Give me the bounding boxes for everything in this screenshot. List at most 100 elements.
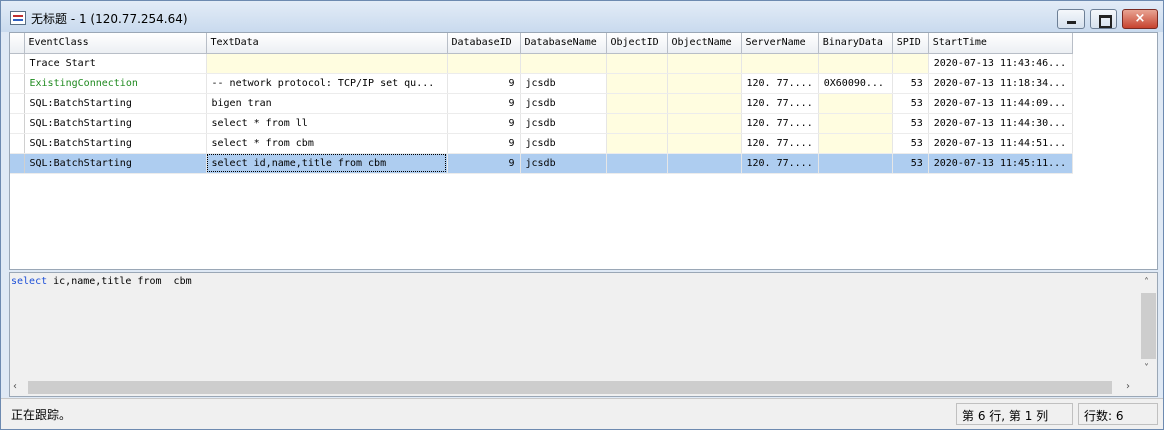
row-selector[interactable] xyxy=(10,133,25,154)
title-bar[interactable]: 无标题 - 1 (120.77.254.64) × xyxy=(1,1,1163,32)
cell-object-name xyxy=(667,93,742,114)
scroll-down-icon[interactable]: ˅ xyxy=(1144,363,1149,374)
cell-database-name: jcsdb xyxy=(520,93,607,114)
table-row[interactable]: ExistingConnection -- network protocol: … xyxy=(10,73,1073,94)
cell-server-name xyxy=(741,53,819,74)
cell-spid: 53 xyxy=(892,153,929,174)
event-detail-pane[interactable]: select ic,name,title from cbm ˄ ˅ ‹ › xyxy=(9,272,1158,397)
cell-start-time: 2020-07-13 11:44:30... xyxy=(928,113,1073,134)
cell-spid: 53 xyxy=(892,93,929,114)
minimize-button[interactable] xyxy=(1057,9,1085,29)
row-selector[interactable] xyxy=(10,53,25,74)
table-row[interactable]: SQL:BatchStarting bigen tran 9 jcsdb 120… xyxy=(10,93,1073,114)
event-detail-text[interactable]: select ic,name,title from cbm xyxy=(11,276,192,287)
cell-database-name: jcsdb xyxy=(520,133,607,154)
trace-grid[interactable]: EventClass TextData DatabaseID DatabaseN… xyxy=(9,32,1158,270)
cell-object-name xyxy=(667,113,742,134)
cell-start-time: 2020-07-13 11:43:46... xyxy=(928,53,1073,74)
vertical-scroll-thumb[interactable] xyxy=(1141,293,1156,359)
row-header-corner xyxy=(10,33,25,54)
row-selector[interactable] xyxy=(10,93,25,114)
cell-start-time: 2020-07-13 11:45:11... xyxy=(928,153,1073,174)
cell-binary-data xyxy=(818,153,893,174)
cursor-position: 第 6 行, 第 1 列 xyxy=(956,403,1073,425)
table-row[interactable]: SQL:BatchStarting select * from ll 9 jcs… xyxy=(10,113,1073,134)
cell-event-class: Trace Start xyxy=(24,53,207,74)
column-header[interactable]: DatabaseID xyxy=(447,33,521,54)
column-header[interactable]: StartTime xyxy=(928,33,1073,54)
row-selector[interactable] xyxy=(10,113,25,134)
cell-database-name: jcsdb xyxy=(520,113,607,134)
table-row[interactable]: SQL:BatchStarting select * from cbm 9 jc… xyxy=(10,133,1073,154)
close-icon: × xyxy=(1134,11,1146,26)
cell-spid: 53 xyxy=(892,113,929,134)
close-button[interactable]: × xyxy=(1122,9,1158,29)
trace-table: EventClass TextData DatabaseID DatabaseN… xyxy=(10,33,1073,174)
row-selector[interactable] xyxy=(10,73,25,94)
app-icon[interactable] xyxy=(10,11,26,25)
status-bar: 正在跟踪。 第 6 行, 第 1 列 行数: 6 xyxy=(1,398,1163,429)
cell-database-name: jcsdb xyxy=(520,153,607,174)
sql-keyword: select xyxy=(11,276,48,287)
cell-database-id: 9 xyxy=(447,73,521,94)
cell-database-name xyxy=(520,53,607,74)
cell-database-id: 9 xyxy=(447,133,521,154)
cell-object-name xyxy=(667,153,742,174)
vertical-scrollbar[interactable]: ˄ ˅ xyxy=(1140,273,1157,379)
scroll-up-icon[interactable]: ˄ xyxy=(1144,277,1149,288)
cell-text-data: select * from cbm xyxy=(206,133,448,154)
cell-event-class: ExistingConnection xyxy=(24,73,207,94)
cell-database-id: 9 xyxy=(447,93,521,114)
cell-spid: 53 xyxy=(892,73,929,94)
row-selector[interactable] xyxy=(10,153,25,174)
maximize-button[interactable] xyxy=(1090,9,1117,29)
profiler-window: 无标题 - 1 (120.77.254.64) × EventClass Tex… xyxy=(0,0,1164,430)
cell-binary-data xyxy=(818,113,893,134)
cell-spid xyxy=(892,53,929,74)
cell-database-name: jcsdb xyxy=(520,73,607,94)
cell-spid: 53 xyxy=(892,133,929,154)
cell-object-id xyxy=(606,133,668,154)
column-header[interactable]: ObjectID xyxy=(606,33,668,54)
table-row[interactable]: Trace Start 2020-07-13 11:43:46... xyxy=(10,53,1073,74)
cell-object-id xyxy=(606,113,668,134)
cell-database-id: 9 xyxy=(447,113,521,134)
cell-text-data xyxy=(206,53,448,74)
cell-object-id xyxy=(606,53,668,74)
cell-start-time: 2020-07-13 11:44:09... xyxy=(928,93,1073,114)
cell-start-time: 2020-07-13 11:44:51... xyxy=(928,133,1073,154)
table-row-selected[interactable]: SQL:BatchStarting select id,name,title f… xyxy=(10,153,1073,174)
cell-event-class: SQL:BatchStarting xyxy=(24,93,207,114)
cell-database-id: 9 xyxy=(447,153,521,174)
cell-text-data: -- network protocol: TCP/IP set qu... xyxy=(206,73,448,94)
scroll-right-icon[interactable]: › xyxy=(1126,381,1130,392)
cell-server-name: 120. 77.... xyxy=(741,153,819,174)
cell-event-class: SQL:BatchStarting xyxy=(24,113,207,134)
column-header[interactable]: SPID xyxy=(892,33,929,54)
cell-server-name: 120. 77.... xyxy=(741,133,819,154)
cell-binary-data xyxy=(818,53,893,74)
horizontal-scrollbar[interactable]: ‹ › xyxy=(10,379,1157,396)
column-header[interactable]: TextData xyxy=(206,33,448,54)
cell-binary-data xyxy=(818,133,893,154)
cell-text-data: select * from ll xyxy=(206,113,448,134)
column-header[interactable]: BinaryData xyxy=(818,33,893,54)
cell-object-name xyxy=(667,73,742,94)
window-title: 无标题 - 1 (120.77.254.64) xyxy=(31,12,188,26)
cell-server-name: 120. 77.... xyxy=(741,73,819,94)
cell-object-id xyxy=(606,73,668,94)
status-text: 正在跟踪。 xyxy=(11,408,72,422)
column-header[interactable]: ObjectName xyxy=(667,33,742,54)
cell-server-name: 120. 77.... xyxy=(741,113,819,134)
cell-event-class: SQL:BatchStarting xyxy=(24,133,207,154)
scroll-left-icon[interactable]: ‹ xyxy=(13,381,17,392)
column-header[interactable]: ServerName xyxy=(741,33,819,54)
column-header[interactable]: EventClass xyxy=(24,33,207,54)
cell-server-name: 120. 77.... xyxy=(741,93,819,114)
header-row: EventClass TextData DatabaseID DatabaseN… xyxy=(10,33,1073,54)
cell-binary-data: 0X60090... xyxy=(818,73,893,94)
cell-database-id xyxy=(447,53,521,74)
horizontal-scroll-thumb[interactable] xyxy=(28,381,1112,394)
column-header[interactable]: DatabaseName xyxy=(520,33,607,54)
cell-object-id xyxy=(606,153,668,174)
